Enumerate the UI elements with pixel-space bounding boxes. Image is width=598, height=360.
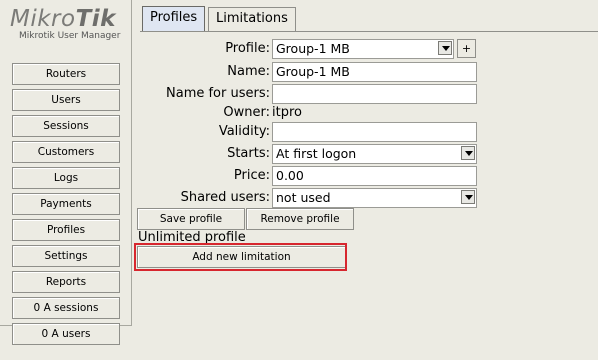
- sidebar-item-routers[interactable]: Routers: [12, 63, 120, 85]
- owner-value: itpro: [272, 105, 302, 120]
- chevron-down-icon[interactable]: [438, 41, 452, 55]
- starts-select[interactable]: At first logon: [272, 144, 477, 164]
- name-for-users-field[interactable]: [272, 84, 477, 104]
- starts-select-value: At first logon: [276, 146, 357, 161]
- mikrotik-logo: MikroTik Mikrotik User Manager: [10, 6, 122, 46]
- shared-users-select[interactable]: not used: [272, 188, 477, 208]
- name-for-users-row: Name for users:: [140, 84, 480, 104]
- shared-users-row: Shared users: not used: [140, 188, 480, 208]
- profile-row: Profile: Group-1 MB +: [140, 39, 480, 59]
- chevron-down-icon[interactable]: [461, 190, 475, 204]
- save-profile-button[interactable]: Save profile: [137, 208, 245, 230]
- validity-label: Validity:: [218, 124, 270, 139]
- tab-divider: [140, 31, 598, 32]
- starts-label: Starts:: [227, 146, 270, 161]
- profile-select-value: Group-1 MB: [276, 41, 350, 56]
- sidebar-item-payments[interactable]: Payments: [12, 193, 120, 215]
- chevron-down-icon[interactable]: [461, 146, 475, 160]
- starts-row: Starts: At first logon: [140, 144, 480, 164]
- price-label: Price:: [233, 168, 270, 183]
- price-row: Price: 0.00: [140, 166, 480, 186]
- shared-users-select-value: not used: [276, 190, 331, 205]
- name-label: Name:: [227, 64, 270, 79]
- sidebar-item-reports[interactable]: Reports: [12, 271, 120, 293]
- name-field[interactable]: Group-1 MB: [272, 62, 477, 82]
- sidebar-item-users[interactable]: Users: [12, 89, 120, 111]
- sidebar-item-settings[interactable]: Settings: [12, 245, 120, 267]
- sidebar-item-sessions[interactable]: Sessions: [12, 115, 120, 137]
- remove-profile-button[interactable]: Remove profile: [246, 208, 354, 230]
- sidebar-item-active-users[interactable]: 0 A users: [12, 323, 120, 345]
- tab-limitations[interactable]: Limitations: [208, 7, 296, 31]
- logo-subtitle: Mikrotik User Manager: [19, 31, 121, 41]
- tab-profiles[interactable]: Profiles: [142, 6, 206, 32]
- logo-brand-left: Mikro: [10, 6, 76, 32]
- sidebar: MikroTik Mikrotik User Manager Routers U…: [0, 0, 132, 345]
- name-row: Name: Group-1 MB: [140, 62, 480, 82]
- price-field[interactable]: 0.00: [272, 166, 477, 186]
- validity-row: Validity:: [140, 122, 480, 142]
- sidebar-item-active-sessions[interactable]: 0 A sessions: [12, 297, 120, 319]
- sidebar-item-logs[interactable]: Logs: [12, 167, 120, 189]
- sidebar-item-profiles[interactable]: Profiles: [12, 219, 120, 241]
- profile-label: Profile:: [225, 41, 270, 56]
- profile-select[interactable]: Group-1 MB: [272, 39, 454, 59]
- sidebar-nav: Routers Users Sessions Customers Logs Pa…: [12, 63, 120, 349]
- owner-label: Owner:: [223, 105, 270, 120]
- logo-brand-right: Tik: [75, 6, 116, 32]
- validity-field[interactable]: [272, 122, 477, 142]
- name-for-users-label: Name for users:: [166, 86, 270, 101]
- add-profile-button[interactable]: +: [457, 39, 476, 58]
- shared-users-label: Shared users:: [180, 190, 270, 205]
- highlight-box: [134, 243, 347, 271]
- sidebar-item-customers[interactable]: Customers: [12, 141, 120, 163]
- owner-row: Owner: itpro: [140, 103, 480, 123]
